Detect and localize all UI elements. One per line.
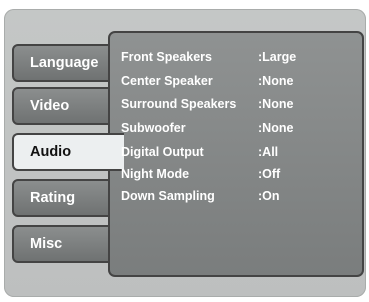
setting-value: :On bbox=[258, 189, 280, 203]
tab-misc[interactable]: Misc bbox=[12, 225, 116, 263]
setting-value: :None bbox=[258, 74, 294, 88]
setting-label: Center Speaker bbox=[121, 74, 213, 88]
setting-value: :All bbox=[258, 145, 279, 159]
tab-audio[interactable]: Audio bbox=[12, 133, 124, 171]
tab-language[interactable]: Language bbox=[12, 44, 116, 82]
setting-label: Down Sampling bbox=[121, 189, 215, 203]
setting-label: Subwoofer bbox=[121, 121, 186, 135]
setting-value: :Large bbox=[258, 50, 297, 64]
setting-value: :Off bbox=[258, 167, 281, 181]
setting-label: Digital Output bbox=[121, 145, 204, 159]
tab-rating-label: Rating bbox=[30, 190, 76, 206]
tab-video[interactable]: Video bbox=[12, 87, 116, 125]
setting-value: :None bbox=[258, 97, 294, 111]
setting-label: Night Mode bbox=[121, 167, 190, 181]
setting-value: :None bbox=[258, 121, 294, 135]
tab-rating[interactable]: Rating bbox=[12, 179, 116, 217]
tab-audio-label: Audio bbox=[30, 144, 72, 160]
setting-label: Front Speakers bbox=[121, 50, 213, 64]
setting-label: Surround Speakers bbox=[121, 97, 237, 111]
tab-video-label: Video bbox=[30, 98, 70, 114]
tab-language-label: Language bbox=[30, 55, 99, 71]
tab-misc-label: Misc bbox=[30, 236, 63, 252]
